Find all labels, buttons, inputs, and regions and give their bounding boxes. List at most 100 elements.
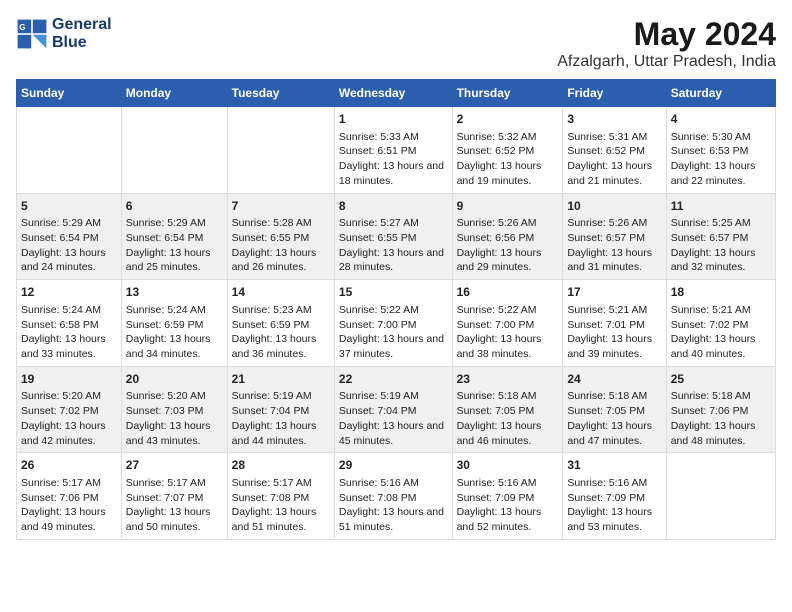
- table-cell: 29 Sunrise: 5:16 AMSunset: 7:08 PMDayligh…: [334, 453, 452, 540]
- day-info: Sunrise: 5:17 AMSunset: 7:06 PMDaylight:…: [21, 476, 117, 535]
- day-number: 17: [567, 284, 661, 301]
- col-thursday: Thursday: [452, 80, 563, 107]
- day-number: 22: [339, 371, 448, 388]
- day-number: 12: [21, 284, 117, 301]
- day-info: Sunrise: 5:17 AMSunset: 7:07 PMDaylight:…: [126, 476, 223, 535]
- day-info: Sunrise: 5:20 AMSunset: 7:03 PMDaylight:…: [126, 389, 223, 448]
- day-number: 16: [457, 284, 559, 301]
- day-info: Sunrise: 5:33 AMSunset: 6:51 PMDaylight:…: [339, 130, 448, 189]
- table-cell: 21Sunrise: 5:19 AMSunset: 7:04 PMDayligh…: [227, 366, 334, 453]
- table-cell: 16 Sunrise: 5:22 AMSunset: 7:00 PMDayligh…: [452, 280, 563, 367]
- day-info: Sunrise: 5:22 AMSunset: 7:00 PMDaylight:…: [457, 303, 559, 362]
- day-info: Sunrise: 5:27 AMSunset: 6:55 PMDaylight:…: [339, 216, 448, 275]
- title-area: May 2024 Afzalgarh, Uttar Pradesh, India: [557, 16, 776, 71]
- table-cell: 25Sunrise: 5:18 AMSunset: 7:06 PMDayligh…: [666, 366, 775, 453]
- day-number: 24: [567, 371, 661, 388]
- day-info: Sunrise: 5:19 AMSunset: 7:04 PMDaylight:…: [232, 389, 330, 448]
- day-info: Sunrise: 5:29 AMSunset: 6:54 PMDaylight:…: [126, 216, 223, 275]
- table-cell: 23Sunrise: 5:18 AMSunset: 7:05 PMDayligh…: [452, 366, 563, 453]
- table-cell: 9Sunrise: 5:26 AMSunset: 6:56 PMDaylight…: [452, 193, 563, 280]
- col-monday: Monday: [121, 80, 227, 107]
- table-cell: 8Sunrise: 5:27 AMSunset: 6:55 PMDaylight…: [334, 193, 452, 280]
- day-info: Sunrise: 5:16 AMSunset: 7:09 PMDaylight:…: [457, 476, 559, 535]
- day-info: Sunrise: 5:18 AMSunset: 7:05 PMDaylight:…: [567, 389, 661, 448]
- calendar-table: Sunday Monday Tuesday Wednesday Thursday…: [16, 79, 776, 540]
- col-tuesday: Tuesday: [227, 80, 334, 107]
- day-number: 18: [671, 284, 771, 301]
- day-info: Sunrise: 5:16 AMSunset: 7:08 PMDaylight:…: [339, 476, 448, 535]
- table-cell: 31Sunrise: 5:16 AMSunset: 7:09 PMDayligh…: [563, 453, 666, 540]
- day-number: 21: [232, 371, 330, 388]
- day-info: Sunrise: 5:17 AMSunset: 7:08 PMDaylight:…: [232, 476, 330, 535]
- day-number: 19: [21, 371, 117, 388]
- table-cell: 14 Sunrise: 5:23 AMSunset: 6:59 PMDayligh…: [227, 280, 334, 367]
- day-number: 30: [457, 457, 559, 474]
- table-cell: 13 Sunrise: 5:24 AMSunset: 6:59 PMDayligh…: [121, 280, 227, 367]
- table-cell: 3Sunrise: 5:31 AMSunset: 6:52 PMDaylight…: [563, 107, 666, 194]
- col-friday: Friday: [563, 80, 666, 107]
- table-cell: [227, 107, 334, 194]
- day-number: 7: [232, 198, 330, 215]
- day-number: 1: [339, 111, 448, 128]
- day-number: 31: [567, 457, 661, 474]
- day-info: Sunrise: 5:26 AMSunset: 6:57 PMDaylight:…: [567, 216, 661, 275]
- table-cell: 26 Sunrise: 5:17 AMSunset: 7:06 PMDayligh…: [17, 453, 122, 540]
- table-cell: 2Sunrise: 5:32 AMSunset: 6:52 PMDaylight…: [452, 107, 563, 194]
- table-cell: 4 Sunrise: 5:30 AMSunset: 6:53 PMDaylight…: [666, 107, 775, 194]
- logo-icon: G: [16, 18, 48, 50]
- table-cell: 18 Sunrise: 5:21 AMSunset: 7:02 PMDayligh…: [666, 280, 775, 367]
- day-number: 4: [671, 111, 771, 128]
- day-number: 14: [232, 284, 330, 301]
- day-number: 26: [21, 457, 117, 474]
- main-title: May 2024: [557, 16, 776, 53]
- header: G General Blue May 2024 Afzalgarh, Uttar…: [16, 16, 776, 71]
- table-cell: 28Sunrise: 5:17 AMSunset: 7:08 PMDayligh…: [227, 453, 334, 540]
- logo-text: General Blue: [52, 16, 112, 52]
- day-number: 9: [457, 198, 559, 215]
- table-cell: 30 Sunrise: 5:16 AMSunset: 7:09 PMDayligh…: [452, 453, 563, 540]
- table-cell: 5Sunrise: 5:29 AMSunset: 6:54 PMDaylight…: [17, 193, 122, 280]
- day-info: Sunrise: 5:30 AMSunset: 6:53 PMDaylight:…: [671, 130, 771, 189]
- day-number: 29: [339, 457, 448, 474]
- day-info: Sunrise: 5:26 AMSunset: 6:56 PMDaylight:…: [457, 216, 559, 275]
- table-cell: 27Sunrise: 5:17 AMSunset: 7:07 PMDayligh…: [121, 453, 227, 540]
- table-cell: 6Sunrise: 5:29 AMSunset: 6:54 PMDaylight…: [121, 193, 227, 280]
- day-info: Sunrise: 5:29 AMSunset: 6:54 PMDaylight:…: [21, 216, 117, 275]
- day-number: 5: [21, 198, 117, 215]
- day-info: Sunrise: 5:24 AMSunset: 6:59 PMDaylight:…: [126, 303, 223, 362]
- table-cell: [17, 107, 122, 194]
- day-number: 6: [126, 198, 223, 215]
- table-cell: 20Sunrise: 5:20 AMSunset: 7:03 PMDayligh…: [121, 366, 227, 453]
- calendar-row: 1 Sunrise: 5:33 AMSunset: 6:51 PMDaylight…: [17, 107, 776, 194]
- col-saturday: Saturday: [666, 80, 775, 107]
- table-cell: 17Sunrise: 5:21 AMSunset: 7:01 PMDayligh…: [563, 280, 666, 367]
- header-row: Sunday Monday Tuesday Wednesday Thursday…: [17, 80, 776, 107]
- table-cell: 11Sunrise: 5:25 AMSunset: 6:57 PMDayligh…: [666, 193, 775, 280]
- day-info: Sunrise: 5:25 AMSunset: 6:57 PMDaylight:…: [671, 216, 771, 275]
- day-info: Sunrise: 5:28 AMSunset: 6:55 PMDaylight:…: [232, 216, 330, 275]
- day-number: 2: [457, 111, 559, 128]
- day-number: 13: [126, 284, 223, 301]
- calendar-row: 5Sunrise: 5:29 AMSunset: 6:54 PMDaylight…: [17, 193, 776, 280]
- day-number: 10: [567, 198, 661, 215]
- day-info: Sunrise: 5:23 AMSunset: 6:59 PMDaylight:…: [232, 303, 330, 362]
- day-number: 20: [126, 371, 223, 388]
- day-info: Sunrise: 5:18 AMSunset: 7:06 PMDaylight:…: [671, 389, 771, 448]
- day-info: Sunrise: 5:21 AMSunset: 7:02 PMDaylight:…: [671, 303, 771, 362]
- day-info: Sunrise: 5:24 AMSunset: 6:58 PMDaylight:…: [21, 303, 117, 362]
- day-info: Sunrise: 5:19 AMSunset: 7:04 PMDaylight:…: [339, 389, 448, 448]
- table-cell: 24Sunrise: 5:18 AMSunset: 7:05 PMDayligh…: [563, 366, 666, 453]
- table-cell: [666, 453, 775, 540]
- col-sunday: Sunday: [17, 80, 122, 107]
- day-info: Sunrise: 5:18 AMSunset: 7:05 PMDaylight:…: [457, 389, 559, 448]
- col-wednesday: Wednesday: [334, 80, 452, 107]
- logo: G General Blue: [16, 16, 112, 52]
- day-info: Sunrise: 5:22 AMSunset: 7:00 PMDaylight:…: [339, 303, 448, 362]
- calendar-row: 19Sunrise: 5:20 AMSunset: 7:02 PMDayligh…: [17, 366, 776, 453]
- day-number: 11: [671, 198, 771, 215]
- table-cell: 22Sunrise: 5:19 AMSunset: 7:04 PMDayligh…: [334, 366, 452, 453]
- table-cell: 19Sunrise: 5:20 AMSunset: 7:02 PMDayligh…: [17, 366, 122, 453]
- day-number: 3: [567, 111, 661, 128]
- day-number: 25: [671, 371, 771, 388]
- day-number: 15: [339, 284, 448, 301]
